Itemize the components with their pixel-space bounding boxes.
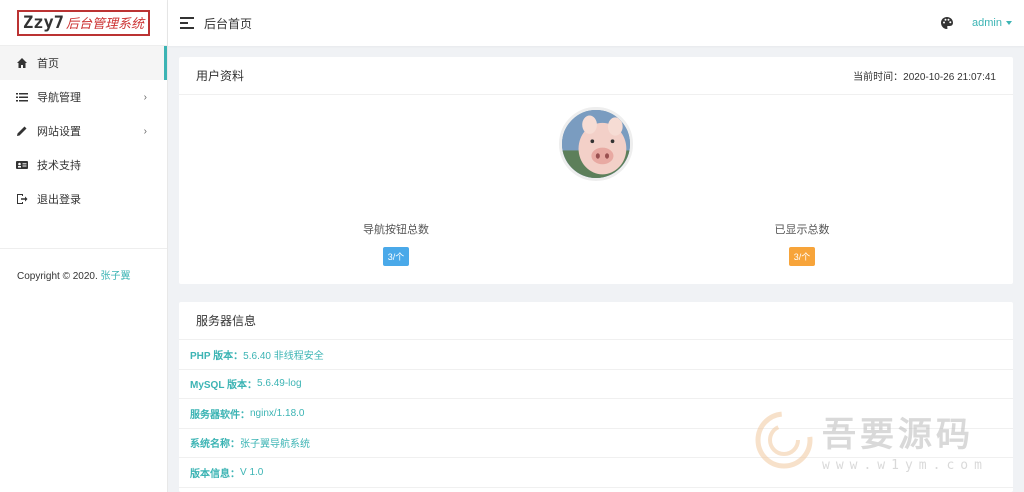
- stat-badge: 3/个: [382, 247, 410, 266]
- current-time: 当前时间：2020-10-26 21:07:41: [853, 72, 996, 83]
- logo-main-text: Zzy7: [23, 12, 64, 33]
- sidebar-item-logout[interactable]: 退出登录: [0, 182, 167, 216]
- chevron-right-icon: ›: [143, 125, 147, 137]
- server-info-card: 服务器信息 PHP 版本： 5.6.40 非线程安全 MySQL 版本： 5.6.4…: [179, 302, 1013, 492]
- palette-icon[interactable]: [940, 16, 954, 30]
- page-title: 后台首页: [204, 16, 253, 31]
- stat-label: 导航按钮总数: [363, 224, 429, 236]
- logout-icon: [16, 193, 28, 205]
- info-key: 服务器软件：: [190, 409, 250, 421]
- info-row-server-software: 服务器软件： nginx/1.18.0: [179, 399, 1013, 429]
- info-row-php: PHP 版本： 5.6.40 非线程安全: [179, 340, 1013, 370]
- info-key: PHP 版本：: [190, 350, 244, 362]
- info-row-system-name: 系统名称： 张子翼导航系统: [179, 429, 1013, 458]
- info-row-version: 版本信息： V 1.0: [179, 458, 1013, 488]
- stat-label: 已显示总数: [774, 224, 830, 236]
- user-menu[interactable]: admin: [972, 17, 1012, 29]
- sidebar-nav: 首页 导航管理 › 网站设置 › 技术支持 退出登录: [0, 46, 167, 216]
- avatar: [559, 107, 633, 181]
- username: admin: [972, 17, 1002, 29]
- sidebar: Zzy7 后台管理系统 首页 导航管理 › 网站设置 › 技术支持 退出登录 C…: [0, 0, 168, 492]
- info-value: nginx/1.18.0: [250, 407, 305, 419]
- stat-nav-total: 导航按钮总数 3/个: [296, 221, 496, 266]
- chevron-down-icon: [1006, 21, 1012, 25]
- copyright-text: Copyright © 2020.: [17, 271, 101, 282]
- id-card-icon: [16, 159, 28, 171]
- copyright: Copyright © 2020. 张子翼: [0, 249, 167, 282]
- server-card-header: 服务器信息: [179, 302, 1013, 340]
- logo[interactable]: Zzy7 后台管理系统: [0, 0, 167, 46]
- info-key: 系统名称：: [190, 439, 240, 451]
- stat-badge: 3/个: [788, 247, 816, 266]
- pencil-icon: [16, 125, 28, 137]
- sidebar-item-nav-manage[interactable]: 导航管理 ›: [0, 80, 167, 114]
- list-icon: [16, 91, 28, 103]
- sidebar-item-label: 网站设置: [37, 126, 81, 138]
- profile-card-header: 用户资料 当前时间：2020-10-26 21:07:41: [179, 57, 1013, 95]
- server-card-title: 服务器信息: [196, 314, 257, 328]
- info-value: 5.6.49-log: [257, 378, 302, 390]
- sidebar-item-support[interactable]: 技术支持: [0, 148, 167, 182]
- info-key: 版本信息：: [190, 468, 240, 480]
- stat-shown-total: 已显示总数 3/个: [702, 221, 902, 266]
- info-row-mysql: MySQL 版本： 5.6.49-log: [179, 370, 1013, 399]
- profile-card-title: 用户资料: [196, 69, 245, 83]
- copyright-author-link[interactable]: 张子翼: [101, 271, 131, 282]
- info-key: MySQL 版本：: [190, 380, 258, 392]
- menu-toggle-icon[interactable]: [180, 17, 194, 29]
- info-value: 5.6.40 非线程安全: [243, 350, 324, 362]
- sidebar-item-label: 导航管理: [37, 92, 81, 104]
- sidebar-item-home[interactable]: 首页: [0, 46, 167, 80]
- info-value: V 1.0: [240, 466, 264, 478]
- top-header: 后台首页 admin: [168, 0, 1024, 46]
- header-right: admin: [940, 16, 1012, 30]
- sidebar-item-site-settings[interactable]: 网站设置 ›: [0, 114, 167, 148]
- sidebar-item-label: 技术支持: [37, 160, 81, 172]
- profile-card: 用户资料 当前时间：2020-10-26 21:07:41 导航按钮总数 3/个…: [179, 57, 1013, 284]
- chevron-right-icon: ›: [143, 91, 147, 103]
- home-icon: [16, 57, 28, 69]
- sidebar-item-label: 首页: [37, 58, 59, 70]
- sidebar-item-label: 退出登录: [37, 194, 81, 206]
- logo-sub-text: 后台管理系统: [65, 16, 144, 32]
- info-value: 张子翼导航系统: [240, 439, 310, 451]
- logo-box: Zzy7 后台管理系统: [17, 9, 150, 36]
